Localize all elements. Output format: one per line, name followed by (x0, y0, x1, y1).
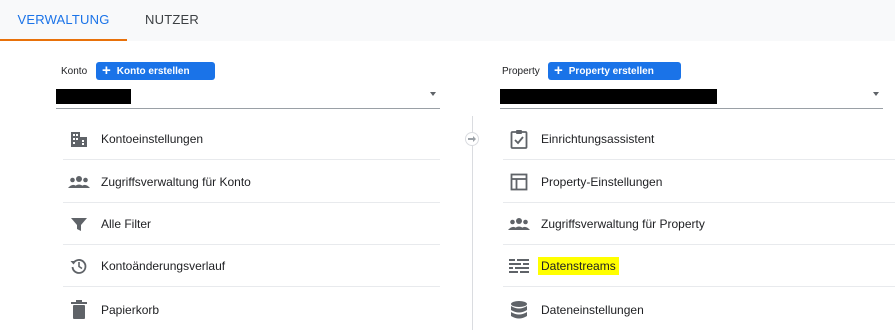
tab-verwaltung[interactable]: VERWALTUNG (0, 0, 127, 41)
clipboard-check-icon (508, 128, 530, 150)
item-label: Kontoänderungsverlauf (101, 259, 226, 273)
item-label: Kontoeinstellungen (101, 132, 204, 146)
property-selector[interactable] (500, 87, 883, 109)
people-icon (68, 171, 90, 193)
property-item-setup-assistant[interactable]: Einrichtungsassistent (503, 119, 895, 160)
trash-icon (68, 299, 90, 321)
create-account-label: Konto erstellen (116, 65, 190, 77)
item-label: Alle Filter (101, 217, 152, 231)
create-property-button[interactable]: + Property erstellen (548, 62, 681, 80)
property-item-access[interactable]: Zugriffsverwaltung für Property (503, 204, 895, 245)
tab-nutzer[interactable]: NUTZER (127, 0, 217, 41)
dropdown-caret-icon (873, 92, 879, 96)
tab-bar: VERWALTUNG NUTZER (0, 0, 895, 41)
account-item-trash[interactable]: Papierkorb (63, 289, 440, 330)
layout-icon (508, 171, 530, 193)
account-item-settings[interactable]: Kontoeinstellungen (63, 119, 440, 160)
property-label: Property (502, 66, 540, 77)
account-item-access[interactable]: Zugriffsverwaltung für Konto (63, 162, 440, 203)
create-account-button[interactable]: + Konto erstellen (96, 62, 215, 80)
people-icon (508, 213, 530, 235)
item-label: Einrichtungsassistent (541, 132, 655, 146)
item-label-highlighted: Datenstreams (538, 257, 619, 275)
item-label: Papierkorb (101, 302, 160, 317)
account-selector[interactable] (56, 87, 440, 109)
property-item-data-streams[interactable]: Datenstreams (503, 246, 895, 287)
redacted-property-name (500, 89, 717, 104)
column-divider (472, 116, 473, 330)
item-label: Zugriffsverwaltung für Property (541, 217, 705, 231)
plus-icon: + (102, 62, 111, 79)
filter-icon (68, 213, 90, 235)
database-icon (508, 299, 530, 321)
item-label: Zugriffsverwaltung für Konto (101, 175, 251, 189)
account-label: Konto (61, 66, 88, 77)
property-item-settings[interactable]: Property-Einstellungen (503, 162, 895, 203)
item-label: Dateneinstellungen (541, 302, 644, 317)
create-property-label: Property erstellen (568, 65, 654, 77)
plus-icon: + (554, 62, 563, 79)
arrow-right-icon (465, 132, 479, 146)
item-label: Property-Einstellungen (541, 175, 663, 189)
history-icon (68, 255, 90, 277)
building-icon (68, 128, 90, 150)
redacted-account-name (56, 89, 131, 104)
account-item-history[interactable]: Kontoänderungsverlauf (63, 246, 440, 287)
data-streams-icon (508, 255, 530, 277)
property-item-data-settings[interactable]: Dateneinstellungen (503, 289, 895, 330)
dropdown-caret-icon (430, 92, 436, 96)
account-item-filters[interactable]: Alle Filter (63, 204, 440, 245)
